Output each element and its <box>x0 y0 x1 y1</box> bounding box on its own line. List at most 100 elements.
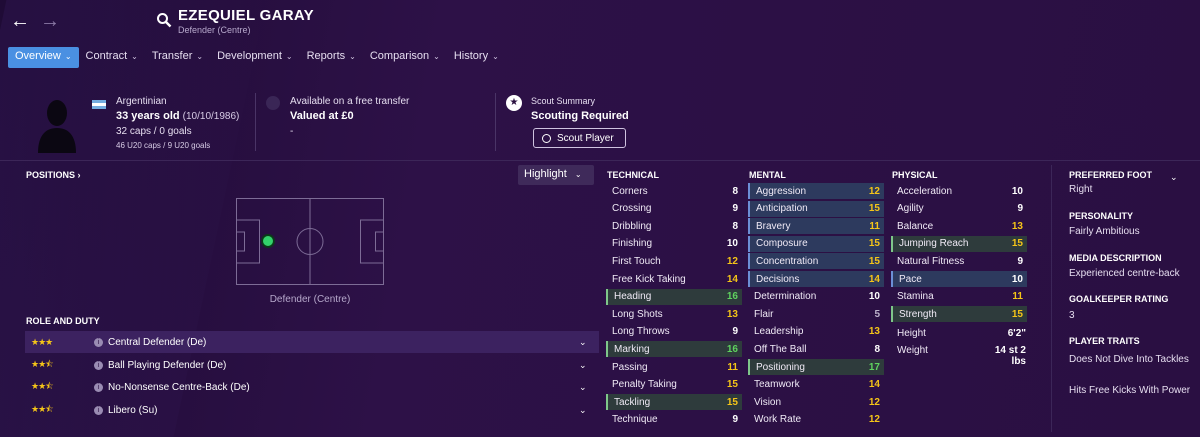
attribute-row[interactable]: Penalty Taking 15 <box>606 377 742 393</box>
attribute-row[interactable]: Long Shots 13 <box>606 306 742 322</box>
attribute-name: Balance <box>897 220 934 232</box>
nationality: Argentinian <box>116 96 167 107</box>
attribute-row[interactable]: Tackling 15 <box>606 394 742 411</box>
flag-argentina-icon <box>92 100 106 109</box>
preferred-foot-title: PREFERRED FOOT <box>1069 170 1153 180</box>
attribute-value: 12 <box>726 255 738 267</box>
chevron-down-icon[interactable]: ⌄ <box>579 382 599 393</box>
tab-comparison[interactable]: Comparison ⌄ <box>363 47 447 68</box>
personality-title: PERSONALITY <box>1069 211 1134 221</box>
back-arrow-icon[interactable]: ← <box>10 10 30 33</box>
attribute-name: Long Shots <box>612 308 663 320</box>
attribute-row[interactable]: Acceleration 10 <box>891 183 1027 199</box>
tab-development[interactable]: Development ⌄ <box>210 47 300 68</box>
role-row[interactable]: ★★★ i Central Defender (De) ⌄ <box>25 331 599 353</box>
attribute-row[interactable]: Flair 5 <box>748 306 884 322</box>
attribute-value: 12 <box>868 396 880 408</box>
tab-reports[interactable]: Reports ⌄ <box>300 47 363 68</box>
player-name: EZEQUIEL GARAY <box>178 7 314 24</box>
attribute-row[interactable]: Anticipation 15 <box>748 200 884 217</box>
attribute-value: 10 <box>726 238 738 250</box>
attribute-row[interactable]: Concentration 15 <box>748 253 884 270</box>
technical-title: TECHNICAL <box>607 170 659 180</box>
attribute-row[interactable]: Vision 12 <box>748 394 884 410</box>
attribute-value: 15 <box>868 203 880 215</box>
attribute-row[interactable]: Marking 16 <box>606 341 742 358</box>
attribute-value: 11 <box>727 361 738 373</box>
tab-label: Development <box>217 50 282 62</box>
tab-label: Contract <box>85 50 128 62</box>
attribute-value: 15 <box>1011 308 1023 320</box>
attribute-name: Finishing <box>612 238 653 250</box>
attribute-row[interactable]: Aggression 12 <box>748 183 884 199</box>
chevron-down-icon[interactable]: ⌄ <box>579 360 599 371</box>
info-icon[interactable]: i <box>94 337 103 347</box>
attribute-name: Anticipation <box>756 203 808 215</box>
attribute-row[interactable]: Crossing 9 <box>606 201 742 217</box>
attribute-name: Concentration <box>756 255 819 267</box>
info-icon[interactable]: i <box>94 405 103 415</box>
chevron-down-icon[interactable]: ⌄ <box>1170 172 1178 183</box>
attribute-row[interactable]: Pace 10 <box>891 271 1027 287</box>
caps: 32 caps / 0 goals <box>116 126 192 137</box>
attribute-row[interactable]: Work Rate 12 <box>748 412 884 428</box>
attribute-row[interactable]: Strength 15 <box>891 306 1027 323</box>
attribute-name: Off The Ball <box>754 343 807 355</box>
attribute-row[interactable]: Bravery 11 <box>748 218 884 235</box>
info-icon[interactable]: i <box>94 382 103 392</box>
role-row[interactable]: ★★⯪ i Ball Playing Defender (De) ⌄ <box>25 354 599 376</box>
chevron-right-icon: › <box>77 170 81 180</box>
scout-summary-label: Scout Summary <box>531 96 596 106</box>
player-trait: Does Not Dive Into Tackles <box>1069 354 1189 365</box>
role-name: Libero (Su) <box>108 404 158 416</box>
attribute-row[interactable]: Stamina 11 <box>891 289 1027 305</box>
positions-title[interactable]: POSITIONS › <box>26 170 81 180</box>
tab-history[interactable]: History ⌄ <box>447 47 506 68</box>
role-row[interactable]: ★★⯪ i Libero (Su) ⌄ <box>25 399 599 421</box>
attribute-row[interactable]: First Touch 12 <box>606 253 742 269</box>
highlight-label: Highlight <box>524 168 567 180</box>
attribute-row[interactable]: Finishing 10 <box>606 236 742 252</box>
attribute-row[interactable]: Balance 13 <box>891 218 1027 234</box>
attribute-name: Technique <box>612 414 658 426</box>
chevron-down-icon[interactable]: ⌄ <box>579 405 599 416</box>
forward-arrow-icon[interactable]: → <box>40 10 60 33</box>
personality: Fairly Ambitious <box>1069 226 1140 237</box>
attribute-row[interactable]: Off The Ball 8 <box>748 341 884 357</box>
attribute-row[interactable]: Long Throws 9 <box>606 324 742 340</box>
info-icon[interactable]: i <box>94 360 103 370</box>
attribute-value: 13 <box>1011 220 1023 232</box>
attribute-row[interactable]: Dribbling 8 <box>606 218 742 234</box>
highlight-dropdown[interactable]: Highlight ⌄ <box>518 165 594 185</box>
attribute-row[interactable]: Leadership 13 <box>748 324 884 340</box>
role-stars: ★★⯪ <box>31 381 54 391</box>
tab-transfer[interactable]: Transfer ⌄ <box>145 47 210 68</box>
attribute-row[interactable]: Free Kick Taking 14 <box>606 271 742 287</box>
role-row[interactable]: ★★⯪ i No-Nonsense Centre-Back (De) ⌄ <box>25 376 599 398</box>
attribute-row[interactable]: Decisions 14 <box>748 271 884 287</box>
attribute-value: 15 <box>726 379 738 391</box>
attribute-value: 9 <box>732 326 738 338</box>
attribute-row[interactable]: Teamwork 14 <box>748 377 884 393</box>
attribute-value: 5 <box>874 308 880 320</box>
attribute-row[interactable]: Determination 10 <box>748 289 884 305</box>
attribute-value: 11 <box>1012 291 1023 303</box>
attribute-row[interactable]: Positioning 17 <box>748 359 884 375</box>
attribute-row[interactable]: Corners 8 <box>606 183 742 199</box>
attribute-name: Pace <box>899 273 922 285</box>
attribute-row[interactable]: Heading 16 <box>606 288 742 305</box>
role-name: No-Nonsense Centre-Back (De) <box>108 381 250 393</box>
chevron-down-icon[interactable]: ⌄ <box>579 337 599 348</box>
attribute-row[interactable]: Agility 9 <box>891 201 1027 217</box>
tab-overview[interactable]: Overview ⌄ <box>8 47 79 68</box>
search-icon[interactable] <box>156 12 172 28</box>
attribute-value: 9 <box>1017 255 1023 267</box>
attribute-row[interactable]: Passing 11 <box>606 359 742 375</box>
attribute-row[interactable]: Jumping Reach 15 <box>891 235 1027 252</box>
tab-contract[interactable]: Contract ⌄ <box>79 47 145 68</box>
attribute-row[interactable]: Technique 9 <box>606 412 742 428</box>
attribute-row[interactable]: Composure 15 <box>748 235 884 252</box>
scout-player-button[interactable]: Scout Player <box>533 128 626 148</box>
attribute-row[interactable]: Natural Fitness 9 <box>891 253 1027 269</box>
attribute-name: Passing <box>612 361 648 373</box>
